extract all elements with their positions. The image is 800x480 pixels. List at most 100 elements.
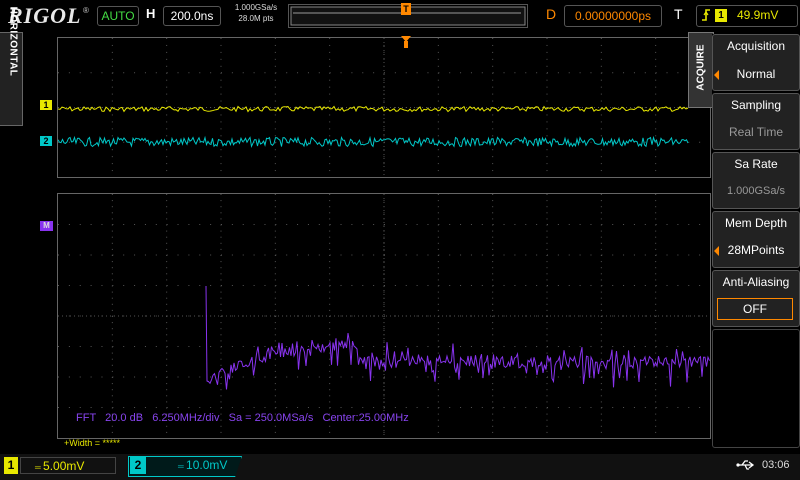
grid-dot bbox=[297, 254, 299, 256]
grid-dot bbox=[111, 242, 113, 244]
grid-dot bbox=[655, 346, 657, 347]
grid-dot bbox=[373, 376, 375, 378]
grid-dot bbox=[492, 322, 494, 324]
grid-dot bbox=[274, 51, 276, 53]
fft-info-line: FFT 20.0 dB 6.250MHz/div Sa = 250.0MSa/s… bbox=[76, 412, 409, 424]
grid-dot bbox=[437, 383, 439, 385]
grid-dot bbox=[699, 376, 701, 378]
grid-dot bbox=[655, 194, 657, 195]
grid-dot bbox=[111, 79, 113, 81]
grid-dot bbox=[220, 297, 222, 299]
grid-dot bbox=[546, 297, 548, 299]
grid-dot bbox=[329, 303, 331, 305]
grid-dot bbox=[612, 285, 614, 286]
grid-dot bbox=[492, 425, 494, 427]
grid-dot bbox=[546, 413, 548, 415]
rising-edge-icon bbox=[701, 8, 711, 25]
grid-dot bbox=[329, 212, 331, 214]
grid-dot bbox=[492, 121, 494, 123]
grid-dot bbox=[220, 100, 222, 102]
grid-dot bbox=[600, 364, 602, 366]
grid-dot bbox=[590, 285, 592, 286]
grid-dot bbox=[362, 254, 364, 256]
grid-dot bbox=[557, 376, 559, 378]
trigger-settings[interactable]: 1 49.9mV bbox=[696, 5, 798, 27]
grid-dot bbox=[557, 407, 559, 408]
menu-mem-depth[interactable]: Mem Depth 28MPoints bbox=[712, 211, 800, 268]
timebase-value[interactable]: 200.0ns bbox=[163, 6, 221, 26]
grid-dot bbox=[383, 370, 385, 372]
delay-value[interactable]: 0.00000000ps bbox=[564, 5, 662, 27]
menu-sampling[interactable]: Sampling Real Time bbox=[712, 93, 800, 150]
run-status-badge[interactable]: AUTO bbox=[97, 6, 139, 26]
grid-dot bbox=[600, 86, 602, 88]
grid-dot bbox=[286, 285, 288, 286]
grid-dot bbox=[307, 346, 309, 347]
grid-dot bbox=[220, 114, 222, 116]
grid-dot bbox=[470, 315, 472, 317]
grid-dot bbox=[546, 261, 548, 263]
grid-dot bbox=[329, 376, 331, 378]
grid-dot bbox=[274, 128, 276, 130]
grid-dot bbox=[470, 72, 472, 74]
menu-acquisition[interactable]: Acquisition Normal bbox=[712, 34, 800, 91]
grid-dot bbox=[600, 395, 602, 397]
grid-dot bbox=[155, 315, 157, 317]
grid-dot bbox=[492, 267, 494, 269]
grid-dot bbox=[166, 364, 168, 366]
grid-dot bbox=[525, 72, 527, 74]
grid-dot bbox=[264, 376, 266, 378]
grid-dot bbox=[655, 370, 657, 372]
grid-dot bbox=[655, 352, 657, 354]
grid-dot bbox=[166, 389, 168, 391]
ch1-button[interactable]: 1 bbox=[4, 457, 18, 474]
grid-dot bbox=[655, 315, 657, 317]
ch1-scale-readout[interactable]: ═ 5.00mV bbox=[20, 457, 116, 474]
grid-dot bbox=[111, 236, 113, 238]
grid-dot bbox=[470, 224, 472, 225]
grid-dot bbox=[274, 212, 276, 214]
grid-dot bbox=[699, 315, 701, 317]
grid-dot bbox=[437, 206, 439, 208]
grid-dot bbox=[600, 419, 602, 421]
grid-dot bbox=[437, 194, 439, 195]
grid-dot bbox=[600, 230, 602, 232]
grid-dot bbox=[546, 389, 548, 391]
grid-dot bbox=[383, 328, 385, 330]
ch1-offset-marker[interactable]: 1 bbox=[40, 100, 52, 110]
math-offset-marker[interactable]: M bbox=[40, 221, 53, 231]
grid-dot bbox=[166, 309, 168, 311]
grid-dot bbox=[481, 346, 483, 347]
grid-dot bbox=[220, 383, 222, 385]
grid-dot bbox=[437, 267, 439, 269]
grid-dot bbox=[123, 346, 125, 347]
grid-dot bbox=[329, 72, 331, 74]
grid-dot bbox=[492, 291, 494, 293]
grid-dot bbox=[101, 224, 103, 225]
grid-dot bbox=[362, 141, 364, 143]
menu-anti-aliasing[interactable]: Anti-Aliasing OFF bbox=[712, 270, 800, 327]
grid-dot bbox=[546, 340, 548, 342]
grid-dot bbox=[600, 170, 602, 172]
menu-sa-rate[interactable]: Sa Rate 1.000GSa/s bbox=[712, 152, 800, 209]
grid-dot bbox=[123, 315, 125, 317]
grid-dot bbox=[460, 285, 462, 286]
grid-dot bbox=[264, 346, 266, 347]
grid-dot bbox=[134, 376, 136, 378]
grid-dot bbox=[111, 358, 113, 360]
grid-dot bbox=[166, 340, 168, 342]
grid-dot bbox=[166, 358, 168, 360]
grid-dot bbox=[546, 419, 548, 421]
ch2-offset-marker[interactable]: 2 bbox=[40, 136, 52, 146]
grid-dot bbox=[210, 376, 212, 378]
grid-dot bbox=[481, 285, 483, 286]
grid-dot bbox=[546, 93, 548, 95]
grid-dot bbox=[111, 51, 113, 53]
grid-dot bbox=[274, 156, 276, 158]
grid-dot bbox=[655, 100, 657, 102]
grid-dot bbox=[351, 376, 353, 378]
grid-dot bbox=[568, 315, 570, 317]
grid-dot bbox=[437, 364, 439, 366]
dc-coupling-icon: ═ bbox=[35, 463, 41, 472]
grid-dot bbox=[677, 346, 679, 347]
